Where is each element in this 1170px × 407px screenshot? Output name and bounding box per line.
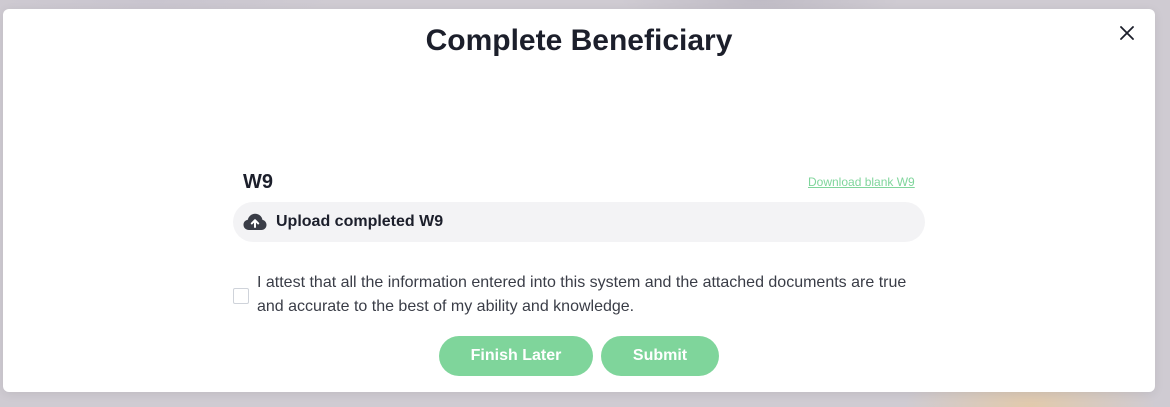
- attestation-text: I attest that all the information entere…: [257, 274, 907, 315]
- cloud-upload-icon: [243, 212, 267, 232]
- upload-w9-button[interactable]: Upload completed W9: [233, 202, 925, 242]
- complete-beneficiary-modal: Complete Beneficiary W9 Download blank W…: [3, 9, 1155, 392]
- upload-w9-label: Upload completed W9: [276, 213, 444, 230]
- finish-later-button[interactable]: Finish Later: [439, 336, 593, 376]
- close-icon: [1120, 26, 1134, 40]
- download-blank-w9-link[interactable]: Download blank W9: [808, 175, 915, 189]
- attestation-checkbox[interactable]: [233, 288, 249, 304]
- submit-button[interactable]: Submit: [601, 336, 719, 376]
- modal-title: Complete Beneficiary: [425, 24, 733, 57]
- close-button[interactable]: [1115, 21, 1139, 45]
- w9-section-label: W9: [243, 171, 273, 193]
